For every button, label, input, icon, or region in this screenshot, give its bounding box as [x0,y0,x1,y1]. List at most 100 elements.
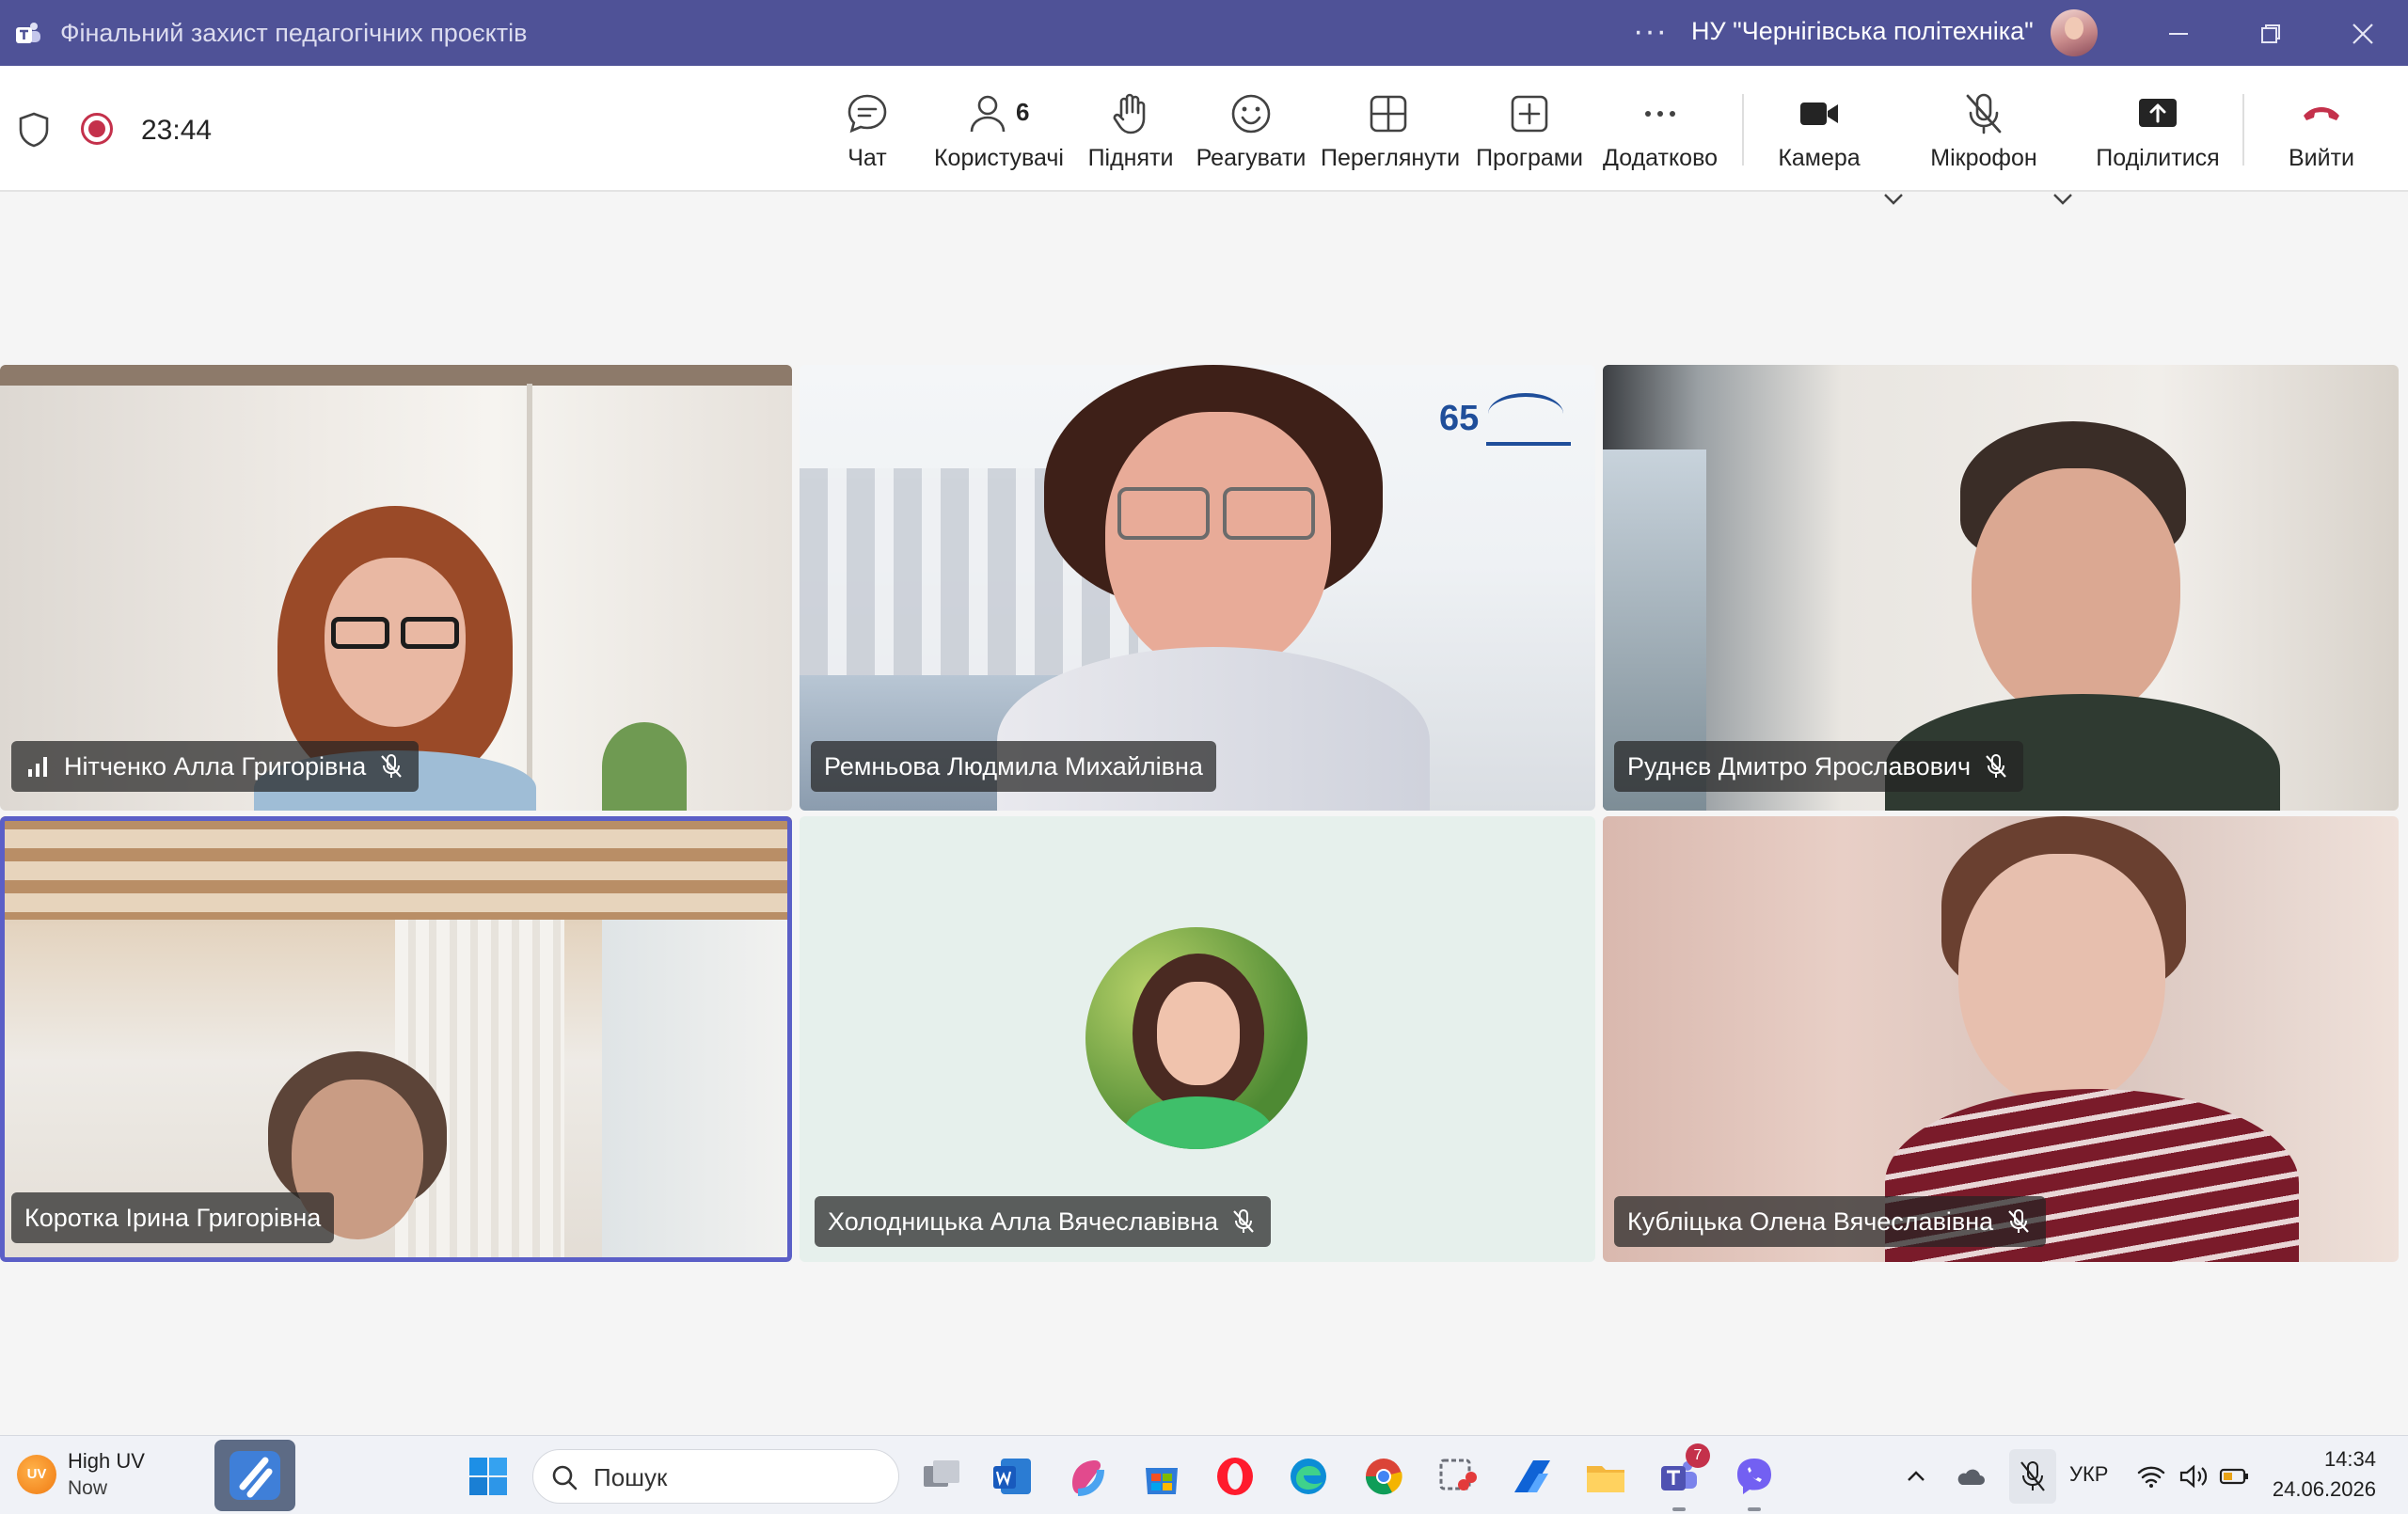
chevron-up-icon[interactable] [1900,1460,1932,1492]
user-avatar[interactable] [2051,9,2098,56]
windows-start-icon[interactable] [468,1457,508,1496]
search-placeholder: Пошук [594,1463,668,1491]
toolbar-divider [2242,94,2244,166]
mic-off-icon [2008,1209,2030,1233]
window [602,920,792,1262]
people-label: Користувачі [933,145,1064,171]
running-indicator [1748,1507,1761,1511]
people-icon [964,90,1011,137]
edge-icon[interactable] [1287,1455,1330,1498]
mic-options-chevron-icon[interactable] [2047,182,2079,214]
chat-icon [844,90,891,137]
volume-icon[interactable] [2177,1460,2209,1492]
running-indicator [1672,1507,1686,1511]
slash-app-icon [230,1451,280,1500]
participant-tile[interactable]: Руднєв Дмитро Ярославович [1603,365,2399,811]
add-app-icon [1506,90,1553,137]
microsoft-365-icon[interactable] [1065,1455,1108,1498]
wooden-ceiling [0,816,792,920]
university-logo: 65 [1439,393,1571,459]
camera-button[interactable]: Камера [1772,85,1866,179]
apps-button[interactable]: Програми [1473,85,1586,179]
shield-icon[interactable] [17,111,51,149]
mic-off-icon [1986,754,2006,778]
pinned-app-button[interactable] [214,1440,295,1511]
participant-nameplate: Холодницька Алла Вячеславівна [815,1196,1272,1247]
raise-hand-icon [1107,90,1154,137]
participant-nameplate: Коротка Ірина Григорівна [11,1192,335,1243]
taskbar: UV High UV Now Пошук 7 УКР 14:34 24.06.2… [0,1435,2408,1514]
file-explorer-icon[interactable] [1584,1455,1627,1498]
participant-nameplate: Руднєв Дмитро Ярославович [1614,741,2024,792]
share-button[interactable]: Поділитися [2094,85,2222,179]
taskbar-search[interactable]: Пошук [532,1449,899,1504]
viber-icon[interactable] [1733,1455,1776,1498]
mic-off-icon [381,754,403,778]
participant-tile[interactable]: Нітченко Алла Григорівна [0,365,792,811]
leave-button[interactable]: Вийти [2274,85,2368,179]
toolbar-divider [1742,94,1744,166]
ellipsis-icon [1637,90,1684,137]
wifi-icon[interactable] [2135,1460,2167,1492]
clock-date[interactable]: 24.06.2026 [2273,1477,2376,1502]
opera-icon[interactable] [1213,1455,1257,1498]
minimize-button[interactable] [2158,13,2199,55]
battery-icon[interactable] [2218,1460,2250,1492]
participant-name: Холодницька Алла Вячеславівна [828,1207,1219,1236]
meeting-timer: 23:44 [141,115,213,146]
participant-video [1885,816,2299,1262]
more-actions-button[interactable]: Додатково [1599,85,1721,179]
camera-icon [1796,90,1843,137]
onedrive-icon[interactable] [1955,1460,1987,1492]
participant-tile[interactable]: 65 Ремньова Людмила Михайлівна [800,365,1595,811]
close-button[interactable] [2342,13,2384,55]
view-label: Переглянути [1321,145,1461,171]
react-button[interactable]: Реагувати [1195,85,1307,179]
more-options-button[interactable]: ··· [1633,13,1668,50]
input-language[interactable]: УКР [2069,1462,2108,1487]
raise-hand-label: Підняти [1087,145,1174,171]
participant-name: Нітченко Алла Григорівна [64,752,367,781]
participant-tile[interactable]: Кубліцька Олена Вячеславівна [1603,816,2399,1262]
meeting-toolbar: 23:44 Чат 6 Користувачі Підняти Реагуват… [0,66,2408,205]
camera-label: Камера [1778,145,1861,171]
teams-icon [13,19,43,49]
title-bar: Фінальний захист педагогічних проєктів ·… [0,0,2408,66]
organization-name[interactable]: НУ "Чернігівська політехніка" [1691,17,2034,46]
mic-muted-tray-icon[interactable] [2009,1449,2056,1504]
participant-avatar [1085,927,1307,1149]
leave-label: Вийти [2288,145,2355,171]
camera-options-chevron-icon[interactable] [1877,182,1909,214]
mic-off-icon [1233,1209,1254,1233]
uv-index-icon: UV [17,1455,56,1494]
teams-notification-badge: 7 [1686,1443,1710,1468]
restore-button[interactable] [2250,13,2291,55]
word-icon[interactable] [991,1455,1035,1498]
weather-title: High UV [68,1449,145,1473]
chat-button[interactable]: Чат [830,85,905,179]
participant-name: Кубліцька Олена Вячеславівна [1627,1207,1994,1236]
snipping-tool-icon[interactable] [1435,1455,1479,1498]
chrome-icon[interactable] [1362,1455,1405,1498]
power-automate-icon[interactable] [1511,1455,1554,1498]
share-screen-icon [2134,90,2181,137]
signal-strength-icon [28,757,47,777]
participant-nameplate: Нітченко Алла Григорівна [11,741,420,792]
react-label: Реагувати [1196,145,1307,171]
people-button[interactable]: 6 Користувачі [931,85,1067,179]
apps-label: Програми [1476,145,1583,171]
participant-tile[interactable]: Коротка Ірина Григорівна [0,816,792,1262]
view-button[interactable]: Переглянути [1321,85,1461,179]
people-count: 6 [1016,98,1030,126]
chat-label: Чат [848,145,887,171]
hang-up-icon [2298,90,2345,137]
microphone-button[interactable]: Мікрофон [1925,85,2043,179]
raise-hand-button[interactable]: Підняти [1084,85,1178,179]
grid-view-icon [1365,90,1412,137]
clock-time[interactable]: 14:34 [2324,1447,2376,1472]
smile-icon [1228,90,1275,137]
microsoft-store-icon[interactable] [1140,1455,1183,1498]
mic-off-icon [1960,90,2007,137]
participant-tile[interactable]: Холодницька Алла Вячеславівна [800,816,1595,1262]
task-view-icon[interactable] [920,1455,963,1498]
